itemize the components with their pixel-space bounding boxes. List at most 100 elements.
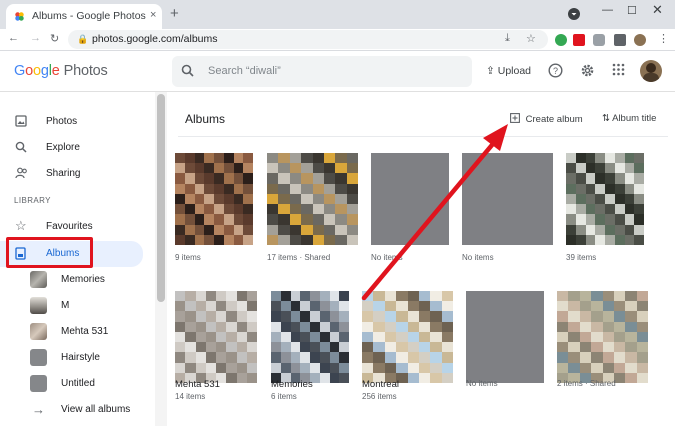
album-cover (371, 153, 449, 245)
album-thumbnail (30, 349, 47, 366)
album-card[interactable]: Mehta 531 14 items (175, 291, 257, 401)
albums-main: Albums Create album ⇅ Album title 9 item… (168, 92, 675, 426)
maximize-icon[interactable]: ☐ (627, 4, 637, 17)
url-text[interactable]: photos.google.com/albums (92, 33, 218, 45)
sidebar-album-memories[interactable]: Memories (0, 268, 160, 292)
album-meta: 39 items (566, 253, 597, 262)
cloud-extension-icon[interactable] (593, 34, 605, 46)
bookmark-star-icon[interactable]: ☆ (526, 32, 536, 45)
library-section-label: LIBRARY (14, 196, 51, 205)
sidebar-album-hairstyle[interactable]: Hairstyle (0, 346, 160, 370)
install-icon[interactable]: ⤓ (505, 32, 510, 45)
help-icon[interactable]: ? (548, 63, 563, 81)
people-icon (15, 167, 28, 182)
sort-icon: ⇅ (602, 113, 610, 124)
sort-label: Album title (612, 113, 657, 124)
apps-grid-icon[interactable] (612, 63, 625, 79)
account-avatar[interactable] (640, 60, 662, 82)
album-thumbnail (30, 375, 47, 392)
page-title: Albums (185, 112, 226, 126)
photos-header: Google Photos Search “diwali” ⇪ Upload ? (0, 52, 675, 92)
sidebar-album-untitled[interactable]: Untitled (0, 372, 160, 396)
minimize-icon[interactable]: — (602, 4, 613, 16)
view-all-albums-link[interactable]: → View all albums (0, 398, 160, 422)
album-card[interactable]: 17 items · Shared (267, 153, 358, 263)
album-cover (462, 153, 553, 245)
sidebar-item-sharing[interactable]: Sharing (0, 162, 160, 186)
album-cover (175, 291, 257, 383)
album-card[interactable]: Montreal 256 items (362, 291, 453, 401)
extensions-puzzle-icon[interactable] (614, 34, 626, 46)
sidebar-item-photos[interactable]: Photos (0, 110, 160, 134)
album-cover (271, 291, 349, 383)
album-card[interactable]: 9 items (175, 153, 255, 263)
album-cover (557, 291, 648, 383)
album-card[interactable]: Memories 6 items (271, 291, 351, 401)
album-meta: No items (466, 379, 498, 388)
album-cover (362, 291, 453, 383)
browser-tab-strip: Albums - Google Photos × + — ☐ ✕ (0, 0, 675, 29)
album-cover (566, 153, 644, 245)
album-thumbnail (30, 297, 47, 314)
search-icon (181, 64, 194, 80)
upload-label: Upload (497, 65, 532, 77)
album-name: Mehta 531 (175, 379, 220, 390)
reload-icon[interactable]: ↻ (50, 32, 59, 45)
album-meta: 2 items · Shared (557, 379, 616, 388)
profile-avatar-icon[interactable] (634, 34, 646, 46)
album-cover (267, 153, 358, 245)
plus-box-icon (510, 113, 520, 125)
album-card[interactable]: No items (371, 153, 451, 263)
sidebar-album-mehta-531[interactable]: Mehta 531 (0, 320, 160, 344)
album-meta: 14 items (175, 392, 206, 401)
album-meta: 256 items (362, 392, 397, 401)
search-input[interactable]: Search “diwali” (172, 56, 472, 87)
address-bar[interactable]: 🔒 photos.google.com/albums ⤓ ☆ (68, 30, 548, 49)
forward-icon[interactable]: → (30, 32, 41, 44)
svg-text:?: ? (553, 66, 558, 76)
album-name: Memories (271, 379, 313, 390)
create-album-label: Create album (525, 114, 583, 125)
create-album-button[interactable]: Create album (510, 113, 583, 125)
search-placeholder: Search “diwali” (208, 65, 281, 77)
album-name: Montreal (362, 379, 399, 390)
album-card[interactable]: No items (466, 291, 546, 401)
highlight-box-albums (6, 237, 93, 268)
album-thumbnail (30, 271, 47, 288)
address-bar-row: ← → ↻ 🔒 photos.google.com/albums ⤓ ☆ ⋮ (0, 29, 675, 51)
album-meta: 6 items (271, 392, 297, 401)
album-card[interactable]: No items (462, 153, 553, 263)
google-photos-favicon-icon (15, 12, 24, 21)
sidebar-album-m[interactable]: M (0, 294, 160, 318)
close-tab-icon[interactable]: × (150, 9, 156, 21)
album-meta: 17 items · Shared (267, 253, 331, 262)
settings-gear-icon[interactable] (580, 63, 595, 81)
album-meta: No items (371, 253, 403, 262)
album-card[interactable]: 2 items · Shared (557, 291, 648, 401)
album-thumbnail (30, 323, 47, 340)
new-tab-button[interactable]: + (170, 6, 179, 21)
sidebar-item-explore[interactable]: Explore (0, 136, 160, 160)
grammarly-extension-icon[interactable] (555, 34, 567, 46)
photo-icon (15, 115, 27, 130)
tab-title: Albums - Google Photos (32, 10, 146, 22)
back-icon[interactable]: ← (8, 32, 19, 44)
album-cover (466, 291, 544, 383)
album-card[interactable]: 39 items (566, 153, 646, 263)
arrow-right-icon: → (32, 402, 45, 417)
search-icon (15, 141, 27, 156)
divider (178, 136, 668, 137)
album-cover (175, 153, 253, 245)
browser-tab[interactable]: Albums - Google Photos × (6, 4, 162, 29)
close-window-icon[interactable]: ✕ (652, 2, 663, 18)
sort-album-title-button[interactable]: ⇅ Album title (602, 113, 656, 124)
lock-icon: 🔒 (77, 34, 89, 44)
pdf-extension-icon[interactable] (573, 34, 585, 46)
sidebar-item-favourites[interactable]: ☆ Favourites (0, 215, 160, 239)
profile-dropdown-icon[interactable] (568, 8, 580, 23)
album-meta: 9 items (175, 253, 201, 262)
browser-menu-icon[interactable]: ⋮ (658, 32, 669, 45)
upload-button[interactable]: ⇪ Upload (486, 65, 531, 77)
upload-icon: ⇪ (486, 65, 495, 77)
google-photos-logo[interactable]: Google Photos (14, 63, 108, 79)
